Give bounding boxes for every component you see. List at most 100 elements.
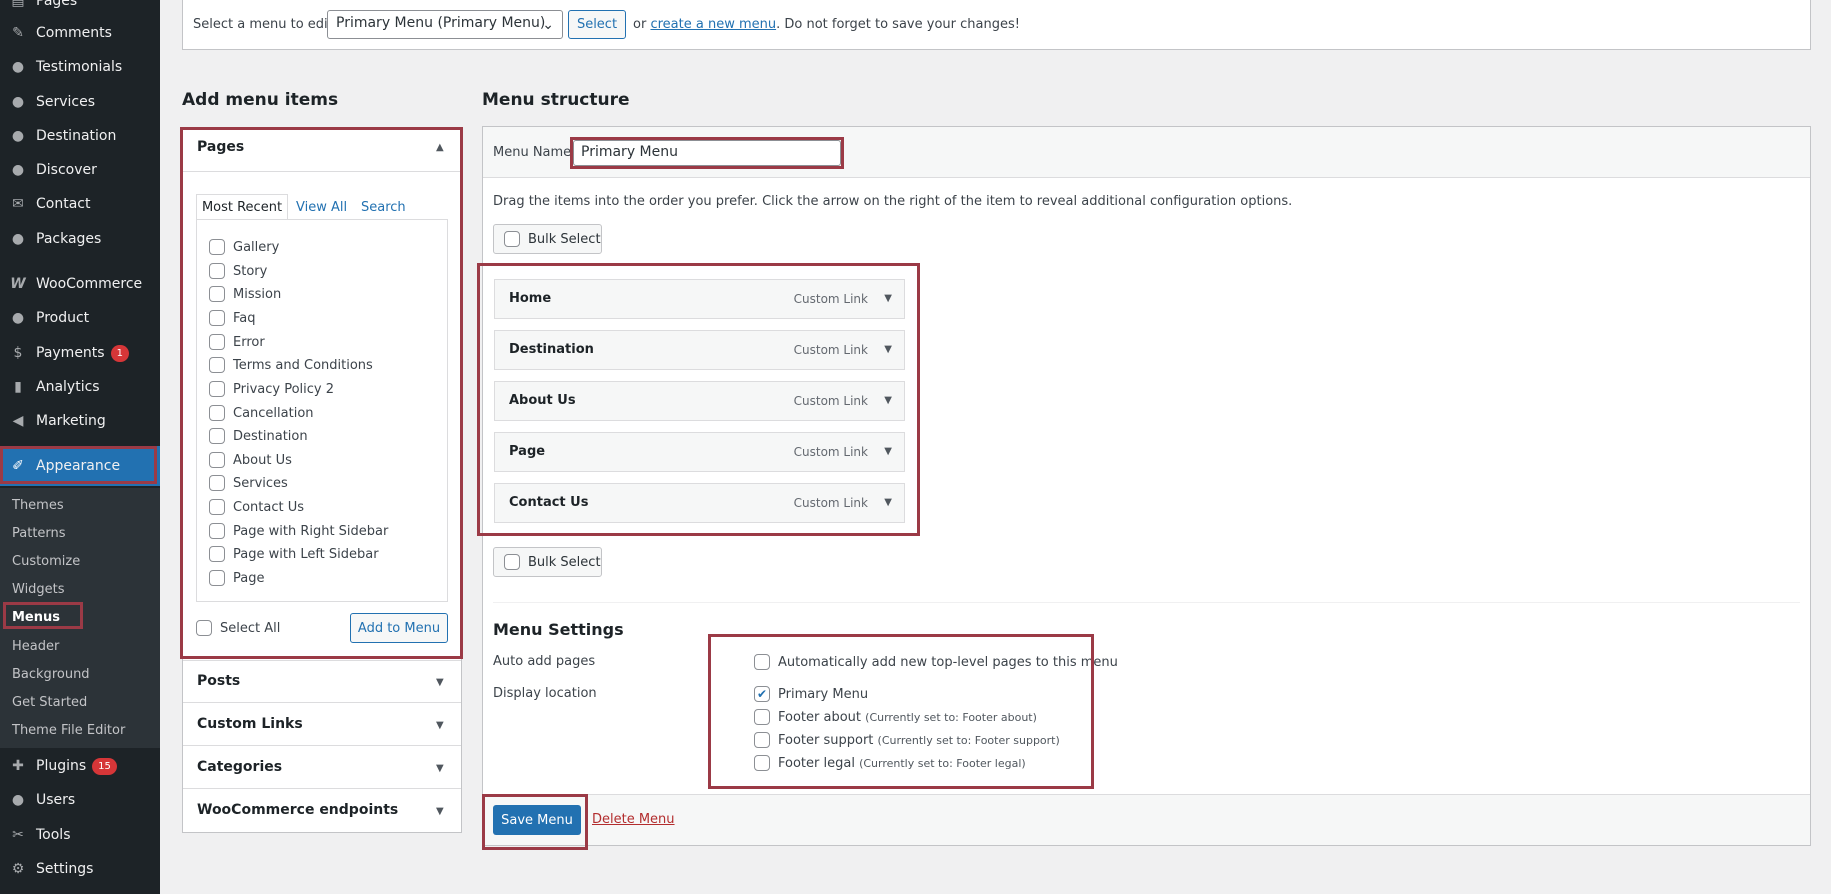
bulk-select-bottom[interactable]: Bulk Select	[493, 547, 602, 577]
list-item[interactable]: Destination	[209, 426, 308, 446]
custom-links-section-title[interactable]: Custom Links	[197, 716, 303, 732]
sidebar-item-settings[interactable]: ⚙ Settings	[0, 852, 160, 886]
list-item[interactable]: Page with Left Sidebar	[209, 544, 379, 564]
sidebar-item-appearance[interactable]: ✐ Appearance	[0, 446, 160, 486]
list-item[interactable]: Services	[209, 473, 288, 493]
chevron-down-icon[interactable]: ▼	[436, 806, 444, 817]
sidebar-item-woocommerce[interactable]: W WooCommerce	[0, 267, 160, 301]
menu-item-home[interactable]: Home Custom Link ▼	[494, 279, 905, 319]
checkbox[interactable]	[209, 357, 225, 373]
checkbox[interactable]	[504, 231, 520, 247]
checkbox[interactable]	[754, 654, 770, 670]
menu-item-destination[interactable]: Destination Custom Link ▼	[494, 330, 905, 370]
submenu-widgets[interactable]: Widgets	[12, 582, 65, 597]
checkbox[interactable]	[209, 428, 225, 444]
tab-search[interactable]: Search	[361, 200, 406, 215]
create-new-menu-link[interactable]: create a new menu	[650, 17, 776, 32]
sidebar-item-product[interactable]: ● Product	[0, 301, 160, 335]
posts-section-title[interactable]: Posts	[197, 673, 240, 689]
list-item[interactable]: Error	[209, 332, 265, 352]
menu-item-page[interactable]: Page Custom Link ▼	[494, 432, 905, 472]
checkbox[interactable]	[196, 620, 212, 636]
sidebar-item-payments[interactable]: $ Payments 1	[0, 336, 160, 370]
chevron-down-icon[interactable]: ▼	[436, 720, 444, 731]
checkbox[interactable]	[209, 381, 225, 397]
sidebar-item-testimonials[interactable]: ● Testimonials	[0, 50, 160, 84]
sidebar-item-plugins[interactable]: ✚ Plugins 15	[0, 749, 160, 783]
chevron-up-icon[interactable]: ▲	[436, 142, 444, 153]
checkbox[interactable]	[209, 310, 225, 326]
sidebar-item-comments[interactable]: ✎ Comments	[0, 16, 160, 50]
checkbox[interactable]	[754, 755, 770, 771]
checkbox[interactable]	[209, 570, 225, 586]
submenu-get-started[interactable]: Get Started	[12, 695, 87, 710]
tab-most-recent[interactable]: Most Recent	[196, 194, 288, 220]
sidebar-item-marketing[interactable]: ◀ Marketing	[0, 404, 160, 438]
submenu-background[interactable]: Background	[12, 667, 90, 682]
auto-add-checkbox-row[interactable]: Automatically add new top-level pages to…	[754, 652, 1118, 672]
list-item[interactable]: Mission	[209, 284, 281, 304]
tab-view-all[interactable]: View All	[296, 200, 347, 215]
chevron-down-icon[interactable]: ▼	[436, 677, 444, 688]
menu-name-input[interactable]: Primary Menu	[573, 140, 841, 166]
checkbox[interactable]	[209, 334, 225, 350]
chevron-down-icon[interactable]: ▼	[884, 446, 892, 457]
chevron-down-icon[interactable]: ▼	[884, 395, 892, 406]
location-footer-support[interactable]: Footer support (Currently set to: Footer…	[754, 730, 1060, 750]
sidebar-item-analytics[interactable]: ▮ Analytics	[0, 370, 160, 404]
checkbox[interactable]	[209, 475, 225, 491]
submenu-themes[interactable]: Themes	[12, 498, 64, 513]
woocommerce-endpoints-section-title[interactable]: WooCommerce endpoints	[197, 802, 398, 818]
chevron-down-icon[interactable]: ▼	[884, 293, 892, 304]
checkbox[interactable]	[209, 499, 225, 515]
list-item[interactable]: Privacy Policy 2	[209, 379, 334, 399]
submenu-menus[interactable]: Menus	[12, 610, 60, 625]
location-primary-menu[interactable]: ✔ Primary Menu	[754, 684, 868, 704]
checkbox[interactable]	[209, 239, 225, 255]
list-item[interactable]: Gallery	[209, 237, 279, 257]
checkbox[interactable]	[209, 546, 225, 562]
list-item[interactable]: About Us	[209, 450, 292, 470]
bulk-select-top[interactable]: Bulk Select	[493, 224, 602, 254]
sidebar-item-packages[interactable]: ● Packages	[0, 222, 160, 256]
chevron-down-icon[interactable]: ▼	[884, 497, 892, 508]
submenu-customize[interactable]: Customize	[12, 554, 80, 569]
checkbox[interactable]	[754, 709, 770, 725]
submenu-theme-file-editor[interactable]: Theme File Editor	[12, 723, 125, 738]
menu-select-dropdown[interactable]: Primary Menu (Primary Menu) ⌄	[327, 10, 563, 39]
save-menu-button[interactable]: Save Menu	[493, 805, 581, 835]
list-item[interactable]: Terms and Conditions	[209, 355, 373, 375]
location-footer-legal[interactable]: Footer legal (Currently set to: Footer l…	[754, 753, 1026, 773]
categories-section-title[interactable]: Categories	[197, 759, 282, 775]
sidebar-item-tools[interactable]: ✂ Tools	[0, 818, 160, 852]
delete-menu-link[interactable]: Delete Menu	[592, 812, 675, 827]
submenu-patterns[interactable]: Patterns	[12, 526, 66, 541]
list-item[interactable]: Story	[209, 261, 267, 281]
checkbox[interactable]	[209, 523, 225, 539]
checkbox[interactable]	[209, 286, 225, 302]
list-item[interactable]: Faq	[209, 308, 256, 328]
checkmark-icon[interactable]: ✔	[754, 686, 770, 702]
list-item[interactable]: Cancellation	[209, 403, 314, 423]
menu-item-about-us[interactable]: About Us Custom Link ▼	[494, 381, 905, 421]
checkbox[interactable]	[209, 452, 225, 468]
checkbox[interactable]	[504, 554, 520, 570]
submenu-header[interactable]: Header	[12, 639, 59, 654]
add-to-menu-button[interactable]: Add to Menu	[350, 613, 448, 643]
checkbox[interactable]	[209, 405, 225, 421]
list-item[interactable]: Contact Us	[209, 497, 304, 517]
select-button[interactable]: Select	[568, 10, 626, 39]
checkbox[interactable]	[209, 263, 225, 279]
sidebar-item-discover[interactable]: ● Discover	[0, 153, 160, 187]
sidebar-item-destination[interactable]: ● Destination	[0, 119, 160, 153]
list-item[interactable]: Page with Right Sidebar	[209, 521, 388, 541]
chevron-down-icon[interactable]: ▼	[436, 763, 444, 774]
checkbox[interactable]	[754, 732, 770, 748]
menu-item-contact-us[interactable]: Contact Us Custom Link ▼	[494, 483, 905, 523]
list-item[interactable]: Page	[209, 568, 264, 588]
sidebar-item-contact[interactable]: ✉ Contact	[0, 187, 160, 221]
location-footer-about[interactable]: Footer about (Currently set to: Footer a…	[754, 707, 1037, 727]
select-all-checkbox[interactable]: Select All	[196, 618, 280, 638]
sidebar-item-users[interactable]: ● Users	[0, 783, 160, 817]
pages-section-title[interactable]: Pages	[197, 139, 244, 155]
